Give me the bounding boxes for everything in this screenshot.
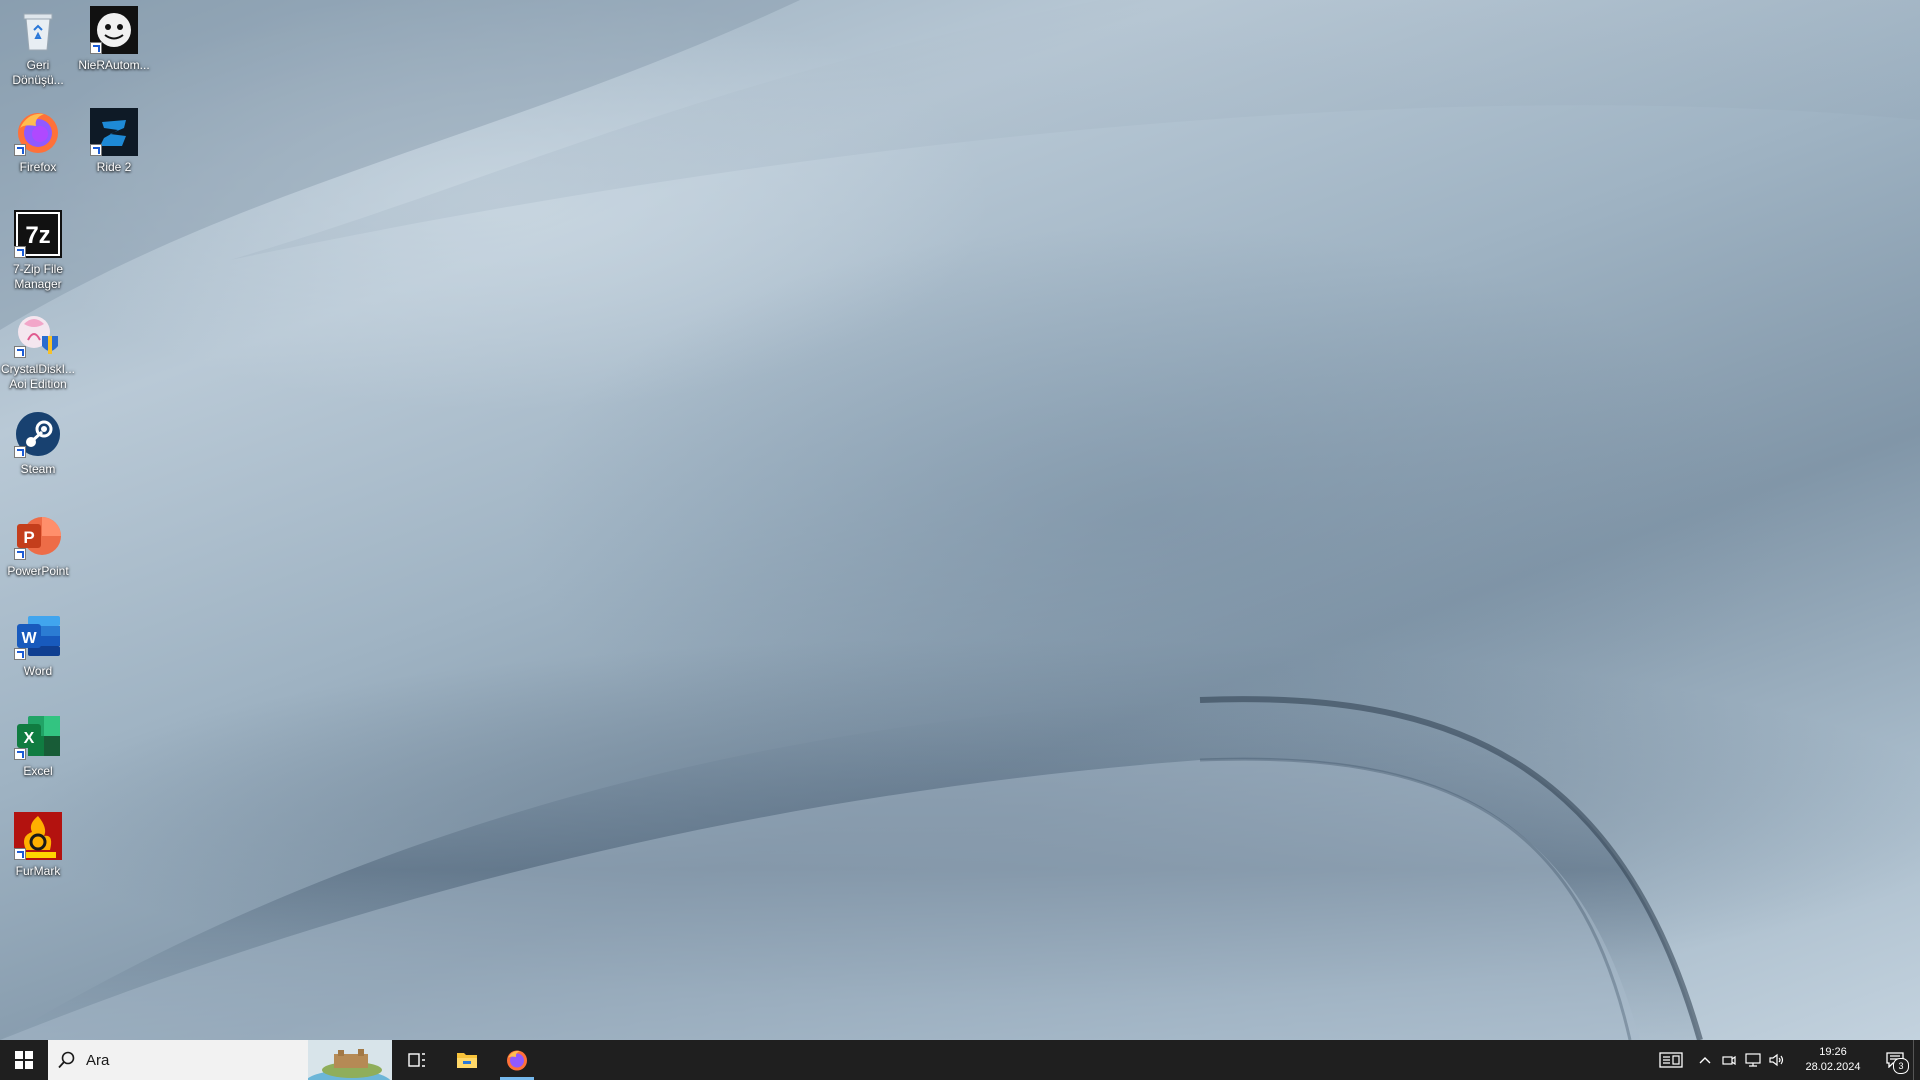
desktop-icon-firefox[interactable]: Firefox bbox=[0, 104, 76, 175]
search-box[interactable]: Ara bbox=[48, 1040, 392, 1080]
search-placeholder: Ara bbox=[86, 1051, 110, 1069]
ride2-icon bbox=[90, 108, 138, 156]
desktop-icon-crystaldiskinfo[interactable]: CrystalDiskI... Aoi Edition bbox=[0, 306, 76, 392]
shortcut-arrow-icon bbox=[14, 446, 26, 458]
desktop-icon-powerpoint[interactable]: P PowerPoint bbox=[0, 508, 76, 579]
taskbar: Ara 19:26 28.02.2024 3 bbox=[0, 1040, 1920, 1080]
desktop-icon-label: CrystalDiskI... Aoi Edition bbox=[1, 362, 76, 391]
firefox-icon bbox=[14, 108, 62, 156]
desktop-icon-label: Ride 2 bbox=[96, 160, 132, 174]
7zip-glyph: 7z bbox=[25, 222, 50, 249]
firefox-icon bbox=[507, 1050, 527, 1071]
desktop-icon-label: Excel bbox=[23, 764, 53, 778]
search-highlight-image bbox=[308, 1040, 392, 1080]
desktop-icon-word[interactable]: W Word bbox=[0, 608, 76, 679]
desktop-icon-recycle-bin[interactable]: Geri Dönüşü... bbox=[0, 2, 76, 88]
shortcut-arrow-icon bbox=[14, 246, 26, 258]
desktop-icon-label: Geri Dönüşü... bbox=[12, 58, 64, 87]
notification-count-badge: 3 bbox=[1893, 1058, 1909, 1074]
powerpoint-glyph: P bbox=[23, 528, 34, 547]
crystaldiskinfo-icon bbox=[14, 310, 62, 358]
nier-automata-icon bbox=[90, 6, 138, 54]
steam-icon bbox=[14, 410, 62, 458]
desktop-icon-label: 7-Zip File Manager bbox=[12, 262, 63, 291]
desktop-icon-label: Firefox bbox=[19, 160, 57, 174]
task-view-icon bbox=[408, 1053, 425, 1067]
desktop-icon-excel[interactable]: X Excel bbox=[0, 708, 76, 779]
shortcut-arrow-icon bbox=[14, 346, 26, 358]
news-icon bbox=[1659, 1052, 1683, 1068]
shortcut-arrow-icon bbox=[14, 548, 26, 560]
shortcut-arrow-icon bbox=[14, 648, 26, 660]
clock-time: 19:26 bbox=[1819, 1046, 1847, 1058]
desktop-icon-furmark[interactable]: FurMark bbox=[0, 808, 76, 879]
recycle-bin-icon bbox=[14, 6, 62, 54]
powerpoint-icon: P bbox=[14, 512, 62, 560]
folder-icon bbox=[457, 1053, 477, 1068]
excel-icon: X bbox=[14, 712, 62, 760]
windows-logo-icon bbox=[15, 1051, 33, 1069]
wallpaper bbox=[0, 0, 1920, 1040]
shortcut-arrow-icon bbox=[14, 144, 26, 156]
7zip-icon: 7z bbox=[14, 210, 62, 258]
furmark-icon bbox=[14, 812, 62, 860]
firefox-taskbar-button[interactable] bbox=[492, 1040, 542, 1080]
speaker-icon bbox=[1769, 1053, 1784, 1067]
desktop-icon-7zip[interactable]: 7z 7-Zip File Manager bbox=[0, 206, 76, 292]
system-tray: 19:26 28.02.2024 3 bbox=[1649, 1040, 1920, 1080]
desktop-icon-label: NieRAutom... bbox=[78, 58, 150, 72]
network-icon bbox=[1745, 1053, 1761, 1067]
shortcut-arrow-icon bbox=[90, 144, 102, 156]
volume-tray-button[interactable] bbox=[1765, 1040, 1789, 1080]
clock[interactable]: 19:26 28.02.2024 bbox=[1795, 1045, 1871, 1075]
desktop-icon-label: PowerPoint bbox=[7, 564, 69, 578]
clock-date: 28.02.2024 bbox=[1805, 1061, 1861, 1073]
show-hidden-icons-button[interactable] bbox=[1693, 1040, 1717, 1080]
desktop-icon-nier-automata[interactable]: NieRAutom... bbox=[76, 2, 152, 73]
news-widget-button[interactable] bbox=[1649, 1040, 1693, 1080]
desktop-icon-ride2[interactable]: Ride 2 bbox=[76, 104, 152, 175]
word-glyph: W bbox=[21, 630, 37, 647]
shortcut-arrow-icon bbox=[14, 848, 26, 860]
shortcut-arrow-icon bbox=[90, 42, 102, 54]
network-tray-button[interactable] bbox=[1741, 1040, 1765, 1080]
file-explorer-button[interactable] bbox=[442, 1040, 492, 1080]
word-icon: W bbox=[14, 612, 62, 660]
desktop-icon-label: Word bbox=[23, 664, 53, 678]
desktop-icon-label: Steam bbox=[20, 462, 56, 476]
task-view-button[interactable] bbox=[392, 1040, 442, 1080]
desktop: Geri Dönüşü... NieRAutom... Firefox Ride… bbox=[0, 0, 1920, 1040]
chevron-up-icon bbox=[1699, 1057, 1711, 1064]
camera-tray-button[interactable] bbox=[1717, 1040, 1741, 1080]
desktop-icon-label: FurMark bbox=[15, 864, 61, 878]
excel-glyph: X bbox=[24, 730, 35, 747]
start-button[interactable] bbox=[0, 1040, 48, 1080]
show-desktop-button[interactable] bbox=[1913, 1040, 1920, 1080]
shortcut-arrow-icon bbox=[14, 748, 26, 760]
action-center-button[interactable]: 3 bbox=[1877, 1040, 1913, 1080]
desktop-icon-steam[interactable]: Steam bbox=[0, 406, 76, 477]
search-icon bbox=[58, 1051, 75, 1069]
camera-icon bbox=[1722, 1055, 1736, 1066]
